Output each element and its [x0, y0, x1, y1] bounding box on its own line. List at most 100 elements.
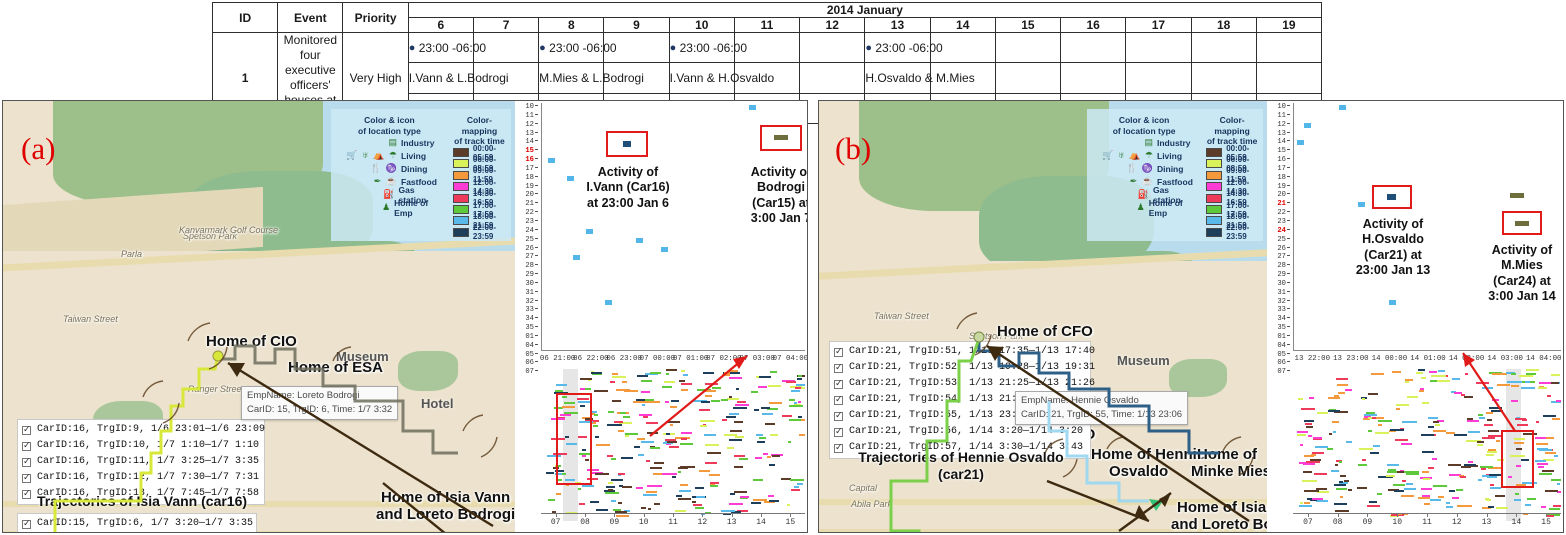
trajectory-row[interactable]: CarID:21, TrgID:56, 1/14 3:20—1/14 3:20	[834, 424, 1086, 440]
day-header-13: 13	[864, 17, 931, 33]
x-tick-label-11: 11	[1422, 518, 1432, 527]
trajectory-row[interactable]: CarID:16, TrgID:12, 1/7 7:30—1/7 7:31	[22, 470, 260, 486]
timeline-segment	[649, 466, 662, 469]
scatter-point	[548, 158, 556, 164]
x-tick-label-15: 15	[1541, 518, 1551, 527]
timeline-segment	[1428, 425, 1435, 428]
color-swatch	[1206, 216, 1223, 226]
map-label: and Loreto Bodrogi	[376, 506, 515, 523]
timeline-b[interactable]	[1293, 369, 1561, 521]
timeline-segment	[1538, 473, 1552, 476]
trajectory-checkbox[interactable]	[22, 455, 31, 469]
highlight-box-b2	[1502, 211, 1542, 235]
timeline-segment	[556, 383, 567, 386]
trajectory-row[interactable]: CarID:16, TrgID:11, 1/7 3:25—1/7 3:35	[22, 454, 260, 470]
scatter-b-plot[interactable]: Activity of H.Osvaldo (Car21) at 23:00 J…	[1293, 103, 1561, 351]
timeline-segment	[695, 496, 705, 499]
y-tick-21: 21	[1267, 200, 1293, 209]
timeline-segment	[765, 423, 775, 426]
trajectory-checkbox[interactable]	[22, 423, 31, 437]
trajectory-checkbox[interactable]	[22, 439, 31, 453]
axis-tick	[1307, 514, 1309, 517]
timeline-segment	[607, 488, 613, 491]
timeline-segment	[1347, 488, 1353, 491]
panel-b-map[interactable]: GasTech Spetson ParkRanger StreetTaiwan …	[819, 101, 1267, 532]
timeline-segment	[1303, 419, 1314, 422]
timeline-segment	[611, 375, 626, 378]
color-swatch	[452, 159, 469, 169]
location-type-icon: ▤	[388, 137, 398, 148]
map-label: Kanvarmark Golf Course	[179, 225, 279, 235]
trajectory-label: CarID:16, TrgID:11, 1/7 3:25—1/7 3:35	[37, 456, 260, 467]
timeline-segment	[1451, 377, 1461, 380]
day-header-10: 10	[668, 17, 735, 33]
timeline-segment	[705, 443, 720, 446]
panel-b-plots: 10 11 12 13 14 15 16 17 18 19 20 21 22 23 24 25 26 27 28 29…	[1267, 101, 1563, 532]
empty-cell	[799, 62, 866, 94]
trajectory-row[interactable]: CarID:16, TrgID:9, 1/6 23:01—1/6 23:09	[22, 422, 265, 438]
y-tick-19: 19	[515, 183, 541, 192]
scatter-point	[585, 228, 593, 234]
trajectory-row[interactable]: CarID:21, TrgID:51, 1/13 17:35—1/13 17:4…	[834, 344, 1095, 360]
timeline-segment	[1507, 380, 1523, 383]
scatter-a-plot[interactable]: Activity of I.Vann (Car16) at 23:00 Jan …	[541, 103, 807, 351]
timeline-a[interactable]	[541, 369, 805, 521]
location-type-icon: ✒ ☕	[1129, 176, 1154, 187]
trajectory-checkbox[interactable]	[22, 471, 31, 485]
timeline-segment	[726, 415, 737, 418]
trajectory-checkbox[interactable]	[22, 517, 31, 531]
event-time-8: ● 23:00 -06:00	[538, 31, 617, 64]
timeline-segment	[1490, 484, 1494, 487]
y-tick-06: 06	[515, 359, 541, 368]
map-label: Hotel	[421, 396, 454, 411]
trajectory-row[interactable]: CarID:21, TrgID:53, 1/13 21:25—1/13 21:2…	[834, 376, 1095, 392]
trajectory-row[interactable]: CarID:15, TrgID:6, 1/7 3:20—1/7 3:35	[22, 516, 253, 532]
timeline-segment	[1491, 399, 1499, 402]
legend-label: 22:00-23:59	[472, 223, 497, 242]
timeline-segment	[1368, 429, 1373, 432]
timeline-segment	[1340, 496, 1344, 499]
trajectory-checkbox[interactable]	[834, 345, 843, 359]
timeline-segment	[797, 377, 802, 380]
timeline-segment	[1475, 381, 1490, 384]
trajectory-row[interactable]: CarID:16, TrgID:10, 1/7 1:10—1/7 1:10	[22, 438, 260, 454]
timeline-segment	[1338, 391, 1346, 394]
x-tick-label-08: 08	[580, 518, 590, 527]
day-header-12: 12	[799, 17, 866, 33]
trajectory-caption-car21: Trajectories of Hennie Osvaldo (car21)	[827, 449, 1095, 483]
empty-cell	[1125, 31, 1192, 64]
timeline-segment	[1427, 417, 1439, 420]
day-header-14: 14	[929, 17, 996, 33]
timeline-segment	[798, 400, 802, 403]
legend-label: Home of Emp	[1148, 197, 1183, 218]
map-label: Parla	[121, 249, 143, 259]
timeline-segment	[637, 438, 646, 440]
trajectory-checkbox[interactable]	[834, 425, 843, 439]
timeline-segment	[758, 386, 767, 389]
timeline-segment	[1386, 463, 1399, 466]
map-tooltip-b: EmpName: Hennie Osvaldo CarID: 21, TrgID…	[1015, 391, 1189, 425]
trajectory-checkbox[interactable]	[834, 377, 843, 391]
timeline-segment	[678, 497, 692, 500]
timeline-segment	[734, 455, 745, 458]
y-tick-26: 26	[515, 245, 541, 254]
timeline-segment	[1304, 489, 1320, 492]
timeline-segment	[1540, 505, 1546, 508]
trajectory-list-car15[interactable]: CarID:15, TrgID:6, 1/7 3:20—1/7 3:35CarI…	[17, 513, 257, 532]
trajectory-checkbox[interactable]	[834, 361, 843, 375]
y-tick-12: 12	[515, 121, 541, 130]
color-swatch	[452, 205, 469, 215]
highlight-box-a1	[606, 131, 648, 157]
trajectory-row[interactable]: CarID:21, TrgID:52, 1/13 19:28—1/13 19:3…	[834, 360, 1095, 376]
legend-location-list-b: ▤ Industry 🛒 ♅ ⛺ ☂ Living 🍴 ♑ Dining ✒ ☕ Fastfo…	[1092, 136, 1196, 218]
timeline-segment	[1394, 439, 1409, 442]
timeline-segment	[1390, 429, 1405, 432]
trajectory-checkbox[interactable]	[834, 393, 843, 407]
trajectory-checkbox[interactable]	[834, 409, 843, 423]
timeline-segment	[1339, 474, 1347, 477]
empty-cell	[1060, 31, 1127, 64]
panel-a-map[interactable]: GasTech Spetson ParkKanvarmark Golf Cour…	[3, 101, 515, 532]
timeline-segment	[781, 414, 793, 417]
y-tick-13: 13	[1267, 130, 1293, 139]
timeline-segment	[618, 473, 626, 476]
